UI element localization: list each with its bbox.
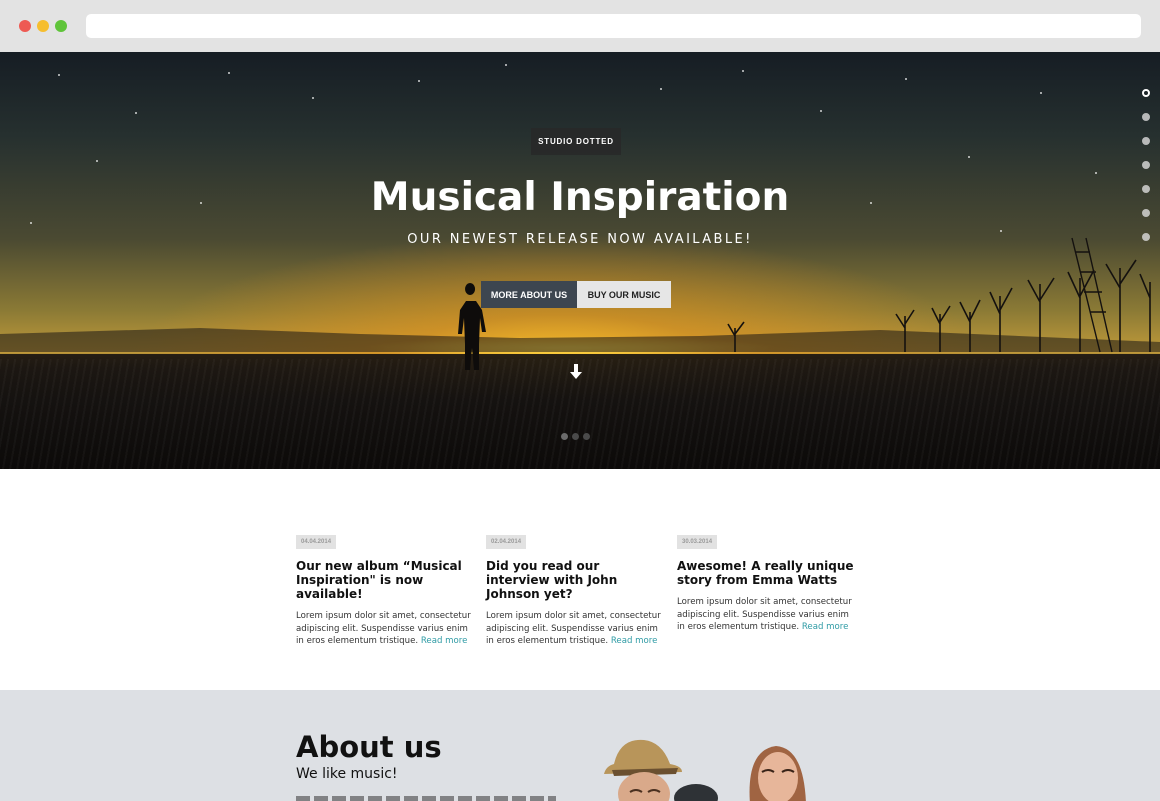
slider-dot[interactable] bbox=[583, 433, 590, 440]
maximize-window-button[interactable] bbox=[55, 20, 67, 32]
address-bar[interactable] bbox=[86, 14, 1141, 38]
news-section: 04.04.2014 Our new album “Musical Inspir… bbox=[0, 469, 1160, 690]
about-section: About us We like music! bbox=[0, 690, 1160, 801]
news-item: 04.04.2014 Our new album “Musical Inspir… bbox=[296, 528, 476, 648]
buy-our-music-button[interactable]: BUY OUR MUSIC bbox=[577, 281, 671, 308]
side-nav-dot[interactable] bbox=[1142, 89, 1150, 97]
side-nav-dot[interactable] bbox=[1142, 161, 1150, 169]
news-date: 02.04.2014 bbox=[486, 535, 527, 549]
about-title: About us bbox=[296, 730, 442, 764]
landscape-silhouette bbox=[0, 237, 1160, 370]
read-more-link[interactable]: Read more bbox=[421, 636, 468, 646]
slider-pagination bbox=[561, 433, 590, 440]
side-nav-dot[interactable] bbox=[1142, 185, 1150, 193]
news-item: 02.04.2014 Did you read our interview wi… bbox=[486, 528, 666, 648]
scroll-down-arrow-icon[interactable] bbox=[569, 364, 583, 380]
news-excerpt: Lorem ipsum dolor sit amet, consectetur … bbox=[486, 611, 661, 646]
news-item: 30.03.2014 Awesome! A really unique stor… bbox=[677, 528, 857, 634]
hero-section: STUDIO DOTTED Musical Inspiration OUR NE… bbox=[0, 52, 1160, 469]
side-nav-dot[interactable] bbox=[1142, 137, 1150, 145]
hero-title: Musical Inspiration bbox=[370, 175, 790, 220]
minimize-window-button[interactable] bbox=[37, 20, 49, 32]
slider-dot[interactable] bbox=[572, 433, 579, 440]
browser-chrome bbox=[0, 0, 1160, 52]
slider-dot[interactable] bbox=[561, 433, 568, 440]
news-date: 04.04.2014 bbox=[296, 535, 337, 549]
news-excerpt: Lorem ipsum dolor sit amet, consectetur … bbox=[296, 611, 471, 646]
side-nav-dot[interactable] bbox=[1142, 113, 1150, 121]
read-more-link[interactable]: Read more bbox=[611, 636, 658, 646]
studio-badge: STUDIO DOTTED bbox=[531, 128, 621, 155]
news-date: 30.03.2014 bbox=[677, 535, 718, 549]
side-nav-dot[interactable] bbox=[1142, 233, 1150, 241]
news-title[interactable]: Awesome! A really unique story from Emma… bbox=[677, 559, 857, 587]
news-title[interactable]: Did you read our interview with John Joh… bbox=[486, 559, 666, 601]
about-subtitle: We like music! bbox=[296, 766, 398, 782]
news-title[interactable]: Our new album “Musical Inspiration" is n… bbox=[296, 559, 476, 601]
read-more-link[interactable]: Read more bbox=[802, 622, 849, 632]
news-excerpt: Lorem ipsum dolor sit amet, consectetur … bbox=[677, 597, 852, 632]
more-about-us-button[interactable]: MORE ABOUT US bbox=[481, 281, 577, 308]
band-photo bbox=[604, 739, 806, 801]
close-window-button[interactable] bbox=[19, 20, 31, 32]
about-text-cropped bbox=[296, 796, 556, 801]
hero-subtitle: OUR NEWEST RELEASE NOW AVAILABLE! bbox=[407, 232, 753, 247]
side-nav-dot[interactable] bbox=[1142, 209, 1150, 217]
